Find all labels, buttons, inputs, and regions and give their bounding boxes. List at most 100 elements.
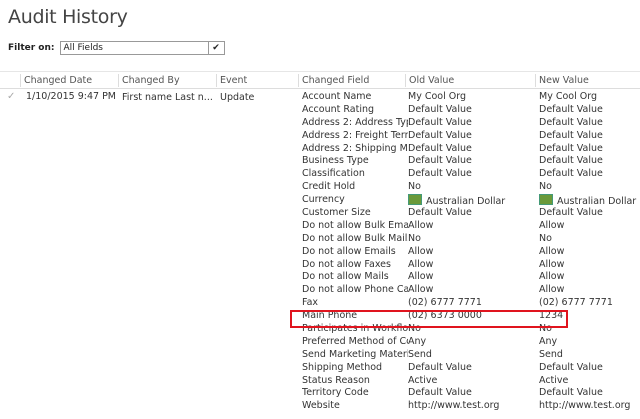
old-value-text: Default Value (408, 207, 472, 219)
changed-field: Customer Size (302, 207, 408, 220)
changed-field: Do not allow Faxes (302, 259, 408, 272)
new-value: Active (539, 375, 639, 388)
old-value: Send (408, 349, 536, 362)
old-value-text: Allow (408, 219, 434, 231)
changed-field: Do not allow Mails (302, 271, 408, 284)
changed-field: Address 2: Address Type (302, 117, 408, 130)
new-value: Australian Dollar (539, 194, 639, 207)
column-event[interactable]: Event (216, 74, 247, 87)
changed-field-text: Do not allow Bulk Mails (302, 232, 408, 244)
old-value: Default Value (408, 362, 536, 375)
changed-field: Account Name (302, 91, 408, 104)
changed-by: First name Last n... (122, 92, 213, 103)
column-old-value[interactable]: Old Value (405, 74, 454, 87)
new-value: Default Value (539, 117, 639, 130)
old-value: No (408, 233, 536, 246)
changed-field-text: Status Reason (302, 374, 370, 386)
column-changed-date[interactable]: Changed Date (20, 74, 92, 87)
currency-icon (539, 194, 553, 206)
changed-field-text: Do not allow Phone Calls (302, 284, 408, 296)
changed-field-text: Address 2: Freight Terms (302, 129, 408, 141)
old-value: Default Value (408, 117, 536, 130)
new-value-text: http://www.test.org (539, 400, 631, 412)
old-value: Allow (408, 271, 536, 284)
new-value: Default Value (539, 104, 639, 117)
old-value: Default Value (408, 207, 536, 220)
old-value-text: Default Value (408, 142, 472, 154)
old-value: My Cool Org (408, 91, 536, 104)
changed-field: Do not allow Bulk Emails (302, 220, 408, 233)
filter-label: Filter on: (8, 43, 55, 53)
old-value: (02) 6777 7771 (408, 297, 536, 310)
new-value-text: Allow (539, 245, 565, 257)
new-value-text: Default Value (539, 168, 603, 180)
changed-field-text: Send Marketing Materials (302, 348, 408, 360)
old-value: Any (408, 336, 536, 349)
column-changed-by[interactable]: Changed By (118, 74, 180, 87)
changed-field-text: Account Rating (302, 103, 375, 115)
old-value-text: Send (408, 348, 432, 360)
new-value: Allow (539, 220, 639, 233)
new-value-text: Australian Dollar (557, 196, 637, 208)
changed-field-text: Do not allow Emails (302, 245, 396, 257)
new-value: Default Value (539, 362, 639, 375)
new-values: My Cool Org Default Value Default Value Def… (539, 91, 639, 413)
new-value-text: Default Value (539, 207, 603, 219)
new-value: Any (539, 336, 639, 349)
new-value-text: Default Value (539, 361, 603, 373)
old-value: Default Value (408, 143, 536, 156)
new-value: Default Value (539, 130, 639, 143)
old-value-text: Active (408, 374, 438, 386)
changed-field: Territory Code (302, 387, 408, 400)
old-value: Default Value (408, 155, 536, 168)
changed-field: Address 2: Freight Terms (302, 130, 408, 143)
changed-field: Account Rating (302, 104, 408, 117)
changed-field-text: Address 2: Shipping Method (302, 142, 408, 154)
column-new-value[interactable]: New Value (535, 74, 589, 87)
changed-field: Website (302, 400, 408, 413)
old-value: Allow (408, 259, 536, 272)
changed-field-text: Do not allow Mails (302, 271, 389, 283)
old-value-text: Allow (408, 271, 434, 283)
new-value: Allow (539, 259, 639, 272)
old-value-text: Default Value (408, 387, 472, 399)
new-value: Allow (539, 284, 639, 297)
changed-field: Shipping Method (302, 362, 408, 375)
new-value-text: Allow (539, 284, 565, 296)
old-value: Default Value (408, 104, 536, 117)
old-value-text: (02) 6777 7771 (408, 297, 482, 309)
old-value-text: Default Value (408, 103, 472, 115)
new-value-text: Default Value (539, 142, 603, 154)
old-value-text: Default Value (408, 361, 472, 373)
changed-field-text: Address 2: Address Type (302, 116, 408, 128)
old-value-text: Allow (408, 284, 434, 296)
changed-field: Do not allow Bulk Mails (302, 233, 408, 246)
changed-field: Classification (302, 168, 408, 181)
changed-field-text: Shipping Method (302, 361, 383, 373)
new-value-text: Allow (539, 271, 565, 283)
old-value-text: No (408, 232, 421, 244)
changed-fields: Account Name Account Rating Address 2: Add… (302, 91, 408, 413)
old-value: Australian Dollar (408, 194, 536, 207)
column-changed-field[interactable]: Changed Field (298, 74, 369, 87)
old-value: Active (408, 375, 536, 388)
new-value-text: No (539, 232, 552, 244)
event: Update (220, 92, 255, 103)
new-value-text: Default Value (539, 387, 603, 399)
old-value: http://www.test.org (408, 400, 536, 413)
changed-field-text: Account Name (302, 91, 372, 102)
changed-field: Status Reason (302, 375, 408, 388)
chevron-down-icon[interactable]: ✔︎ (207, 42, 224, 54)
old-value-text: Allow (408, 258, 434, 270)
checkmark-icon[interactable]: ✓ (7, 91, 15, 102)
changed-field: Preferred Method of Contact (302, 336, 408, 349)
changed-field-text: Currency (302, 194, 345, 206)
new-value: No (539, 181, 639, 194)
old-value: Default Value (408, 130, 536, 143)
old-value: Default Value (408, 387, 536, 400)
filter-select[interactable]: All Fields ✔︎ (59, 41, 225, 55)
filter-value: All Fields (63, 43, 103, 53)
old-value-text: Allow (408, 245, 434, 257)
changed-field: Address 2: Shipping Method (302, 143, 408, 156)
changed-field: Do not allow Emails (302, 246, 408, 259)
